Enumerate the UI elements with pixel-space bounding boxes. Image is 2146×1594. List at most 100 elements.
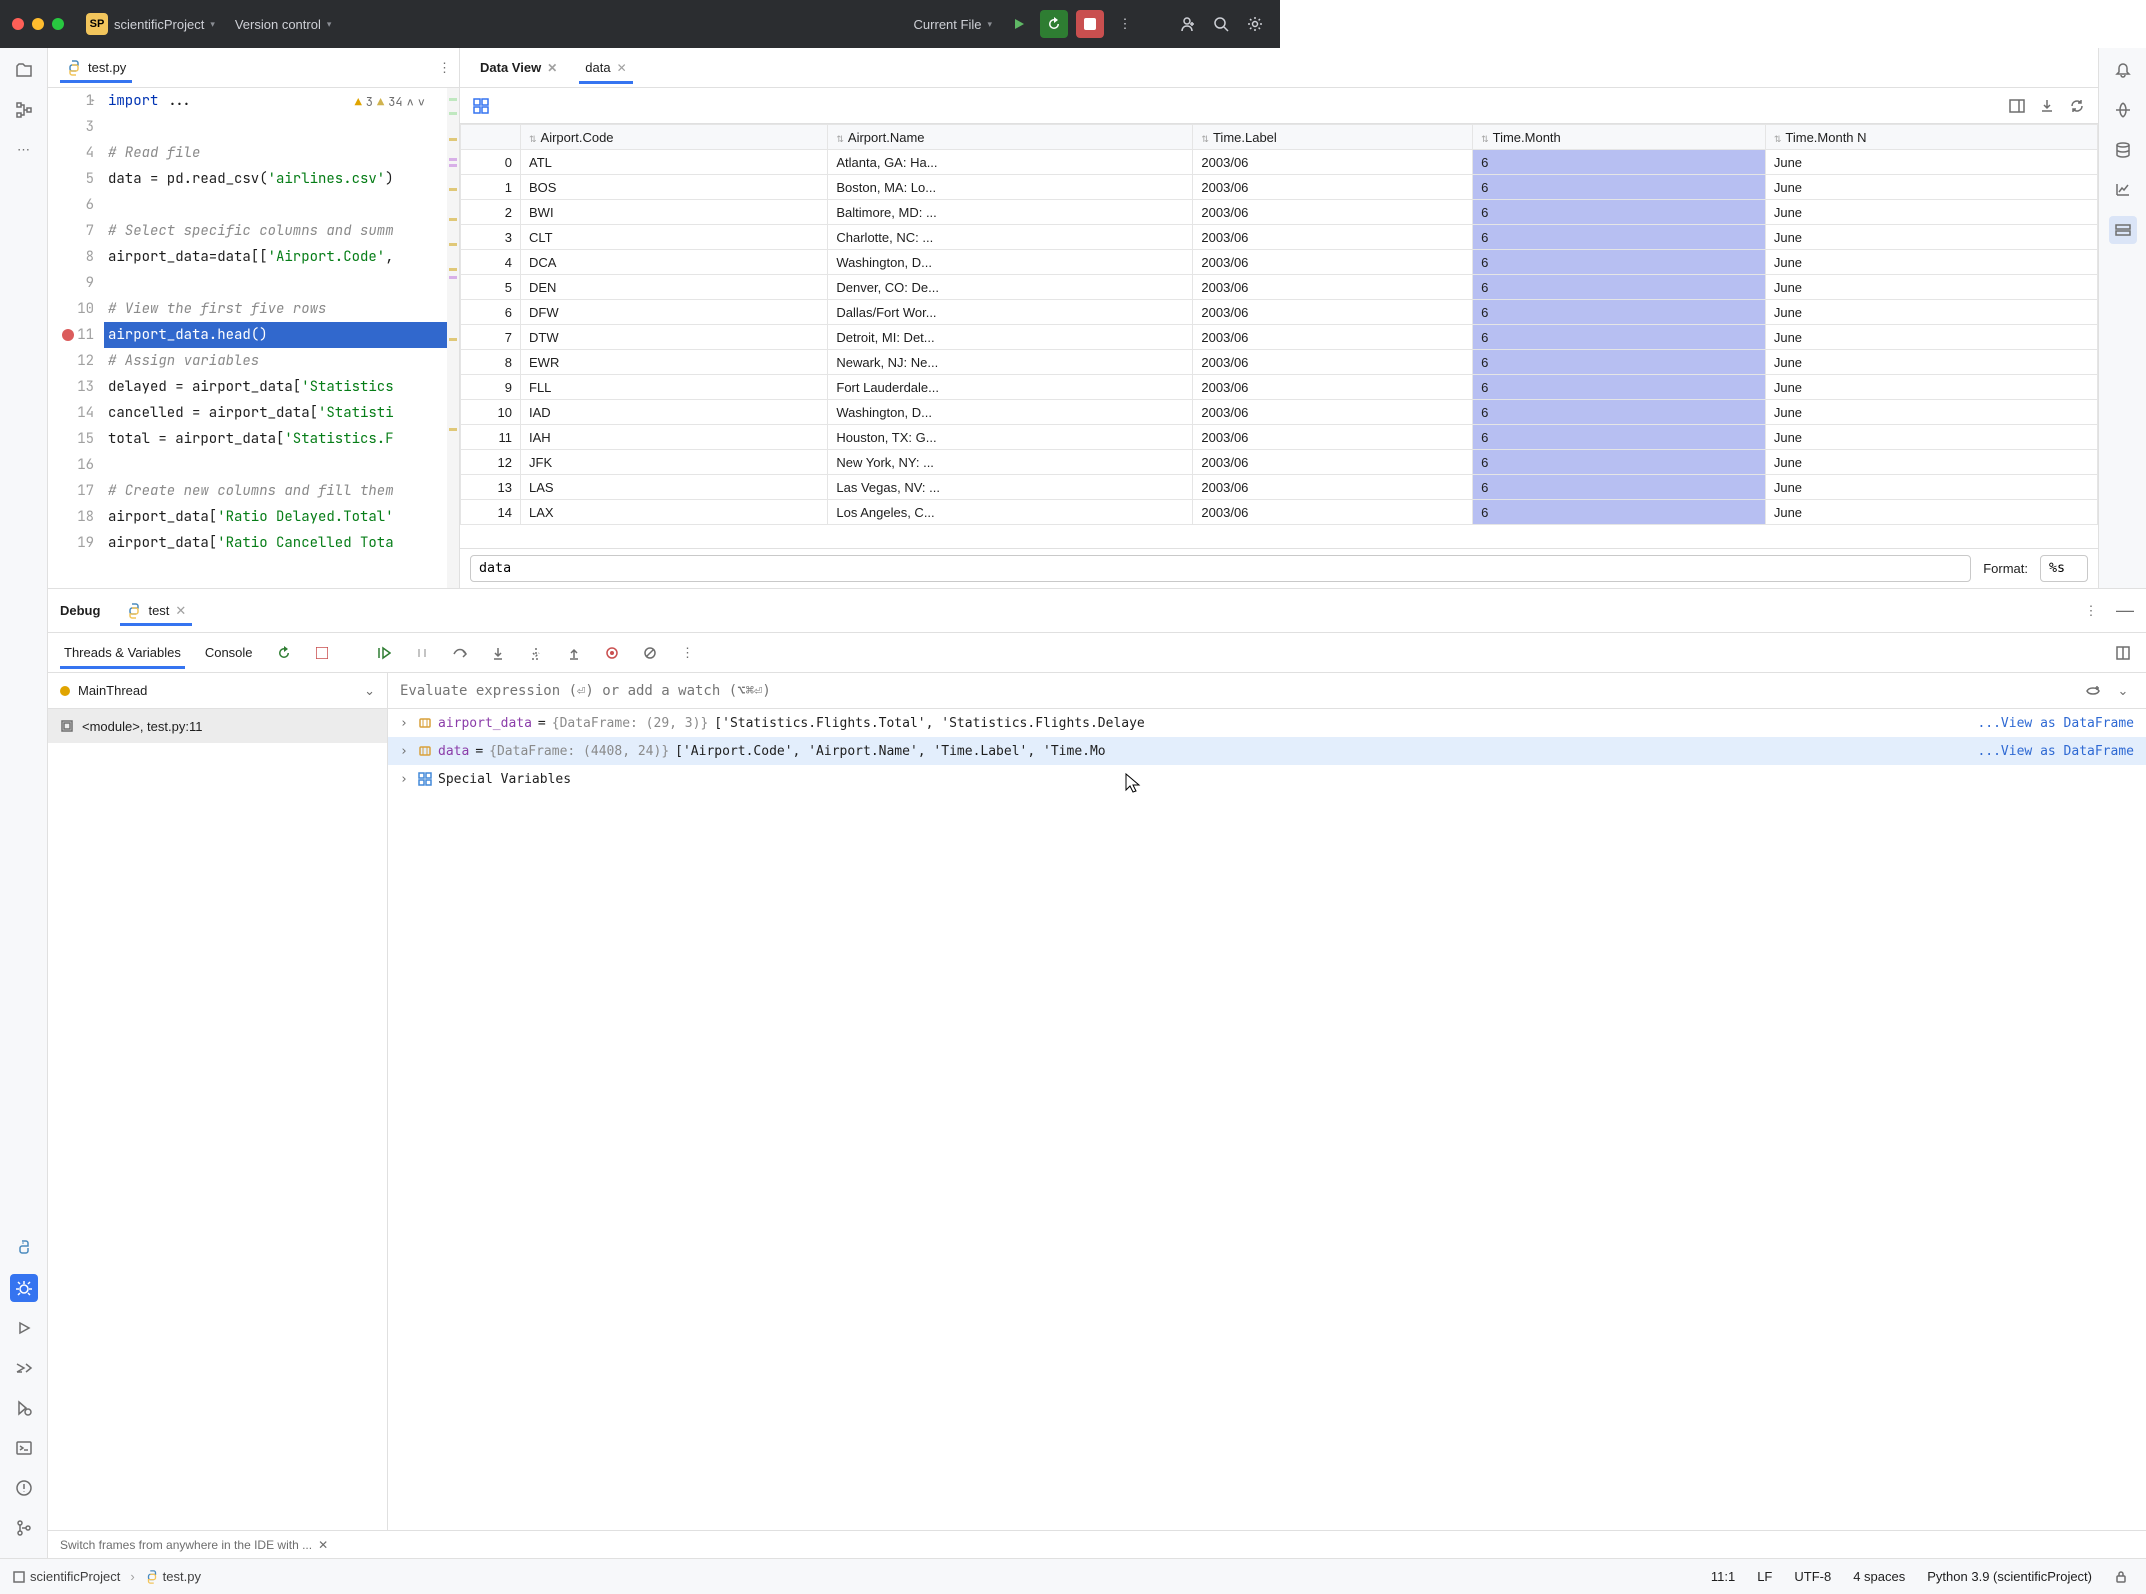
editor-body[interactable]: ▲3 ▲34 ∧ ∨ 1▸345678910111213141516171819… [48, 88, 459, 588]
mute-breakpoints-icon[interactable] [639, 642, 661, 664]
chevron-down-icon: ▾ [327, 19, 332, 30]
services-tool-icon[interactable] [10, 1394, 38, 1422]
project-tool-icon[interactable] [10, 56, 38, 84]
stop-button[interactable] [1076, 10, 1104, 38]
close-icon[interactable]: ✕ [617, 61, 627, 75]
close-icon[interactable]: ✕ [547, 61, 557, 75]
project-selector[interactable]: SP scientificProject ▾ [80, 9, 221, 39]
export-icon[interactable] [2036, 95, 2058, 117]
editor-tab-menu-icon[interactable]: ⋮ [438, 60, 451, 76]
minimize-window-button[interactable] [32, 18, 44, 30]
maximize-window-button[interactable] [52, 18, 64, 30]
rerun-icon[interactable] [273, 642, 295, 664]
debug-panel: Debug test ✕ ⋮ — Threads & Variables Con… [48, 588, 2146, 1558]
debug-title: Debug [60, 603, 100, 618]
threads-variables-tab[interactable]: Threads & Variables [60, 637, 185, 668]
next-highlight-icon[interactable]: ∨ [418, 94, 425, 110]
reload-icon[interactable] [2066, 95, 2088, 117]
minimize-panel-icon[interactable]: — [2116, 600, 2134, 621]
dataview-expression-input[interactable] [470, 555, 1971, 582]
readonly-toggle-icon[interactable] [2108, 1570, 2134, 1584]
step-out-icon[interactable] [563, 642, 585, 664]
terminal-tool-icon[interactable] [10, 1434, 38, 1462]
rerun-debug-button[interactable] [1040, 10, 1068, 38]
mouse-cursor [1124, 772, 1142, 794]
breadcrumb-project[interactable]: scientificProject [12, 1569, 120, 1584]
cursor-position[interactable]: 11:1 [1705, 1569, 1741, 1584]
dataview-tabs: Data View ✕ data ✕ [460, 48, 2098, 88]
step-into-icon[interactable] [487, 642, 509, 664]
more-tools-icon[interactable]: ⋯ [10, 136, 38, 164]
close-icon[interactable]: ✕ [175, 603, 186, 619]
add-watch-icon[interactable] [2082, 680, 2104, 702]
dataview-title-tab[interactable]: Data View ✕ [468, 52, 569, 83]
breadcrumb-file[interactable]: test.py [145, 1569, 201, 1584]
code-with-me-icon[interactable] [1174, 11, 1200, 37]
panel-layout-icon[interactable] [2006, 95, 2028, 117]
variables-column: ⌄ › airport_data = {DataFrame: (29, 3)} … [388, 673, 2146, 1530]
dataview-format-input[interactable] [2040, 555, 2088, 582]
thread-selector[interactable]: MainThread ⌄ [48, 673, 387, 709]
settings-icon[interactable] [1242, 11, 1268, 37]
dataframe-table[interactable]: ⇅Airport.Code⇅Airport.Name⇅Time.Label⇅Ti… [460, 124, 2098, 525]
run-config-label: Current File [914, 17, 982, 32]
evaluate-expression-input[interactable] [400, 683, 2074, 699]
database-tool-icon[interactable] [2109, 136, 2137, 164]
stop-debug-icon[interactable] [311, 642, 333, 664]
vcs-tool-icon[interactable] [10, 1514, 38, 1542]
run-tool-icon[interactable] [10, 1314, 38, 1342]
stack-frame[interactable]: <module>, test.py:11 [48, 709, 387, 743]
pause-icon[interactable] [411, 642, 433, 664]
editor-error-stripe[interactable] [447, 88, 459, 588]
line-separator[interactable]: LF [1751, 1569, 1778, 1584]
sciview-tool-icon[interactable] [2109, 176, 2137, 204]
indent-setting[interactable]: 4 spaces [1847, 1569, 1911, 1584]
resume-icon[interactable] [373, 642, 395, 664]
table-view-icon[interactable] [470, 95, 492, 117]
search-icon[interactable] [1208, 11, 1234, 37]
run-button[interactable] [1006, 11, 1032, 37]
ai-assistant-icon[interactable] [2109, 96, 2137, 124]
close-tip-icon[interactable]: ✕ [318, 1538, 328, 1552]
expand-vars-icon[interactable]: ⌄ [2112, 680, 2134, 702]
editor-tabs: test.py ⋮ [48, 48, 459, 88]
dataframe-table-wrap[interactable]: ⇅Airport.Code⇅Airport.Name⇅Time.Label⇅Ti… [460, 124, 2098, 548]
python-packages-icon[interactable] [10, 1234, 38, 1262]
variable-row[interactable]: › data = {DataFrame: (4408, 24)} ['Airpo… [388, 737, 2146, 765]
dataview-tool-icon[interactable] [2109, 216, 2137, 244]
editor-tab[interactable]: test.py [56, 54, 136, 82]
debug-tool-icon[interactable] [10, 1274, 38, 1302]
dataview-data-tab[interactable]: data ✕ [573, 52, 638, 83]
problems-tool-icon[interactable] [10, 1474, 38, 1502]
right-tool-rail [2098, 48, 2146, 588]
step-over-icon[interactable] [449, 642, 471, 664]
close-window-button[interactable] [12, 18, 24, 30]
frame-icon [60, 719, 74, 733]
debug-body: MainThread ⌄ <module>, test.py:11 ⌄ › ai… [48, 673, 2146, 1530]
more-actions-button[interactable]: ⋮ [1112, 11, 1138, 37]
layout-settings-icon[interactable] [2112, 642, 2134, 664]
editor-code[interactable]: import ...# Read filedata = pd.read_csv(… [104, 88, 459, 588]
prev-highlight-icon[interactable]: ∧ [407, 94, 414, 110]
view-breakpoints-icon[interactable] [601, 642, 623, 664]
special-variables-row[interactable]: › Special Variables [388, 765, 2146, 793]
debug-config-tab[interactable]: test ✕ [116, 597, 196, 625]
debug-tabs: Threads & Variables Console ⋮ [48, 633, 2146, 673]
python-console-icon[interactable] [10, 1354, 38, 1382]
frames-column: MainThread ⌄ <module>, test.py:11 [48, 673, 388, 1530]
inspection-widget[interactable]: ▲3 ▲34 ∧ ∨ [355, 94, 425, 110]
run-config-selector[interactable]: Current File ▾ [908, 13, 998, 36]
debug-options-icon[interactable]: ⋮ [2082, 603, 2100, 619]
vcs-menu[interactable]: Version control ▾ [229, 13, 338, 36]
debug-more-icon[interactable]: ⋮ [677, 642, 699, 664]
step-into-my-code-icon[interactable] [525, 642, 547, 664]
python-file-icon [66, 60, 82, 76]
file-encoding[interactable]: UTF-8 [1788, 1569, 1837, 1584]
expand-icon[interactable]: › [400, 772, 412, 787]
notifications-icon[interactable] [2109, 56, 2137, 84]
editor-gutter[interactable]: 1▸345678910111213141516171819 [48, 88, 104, 588]
structure-tool-icon[interactable] [10, 96, 38, 124]
console-tab[interactable]: Console [201, 637, 257, 668]
python-interpreter[interactable]: Python 3.9 (scientificProject) [1921, 1569, 2098, 1584]
variable-row[interactable]: › airport_data = {DataFrame: (29, 3)} ['… [388, 709, 2146, 737]
